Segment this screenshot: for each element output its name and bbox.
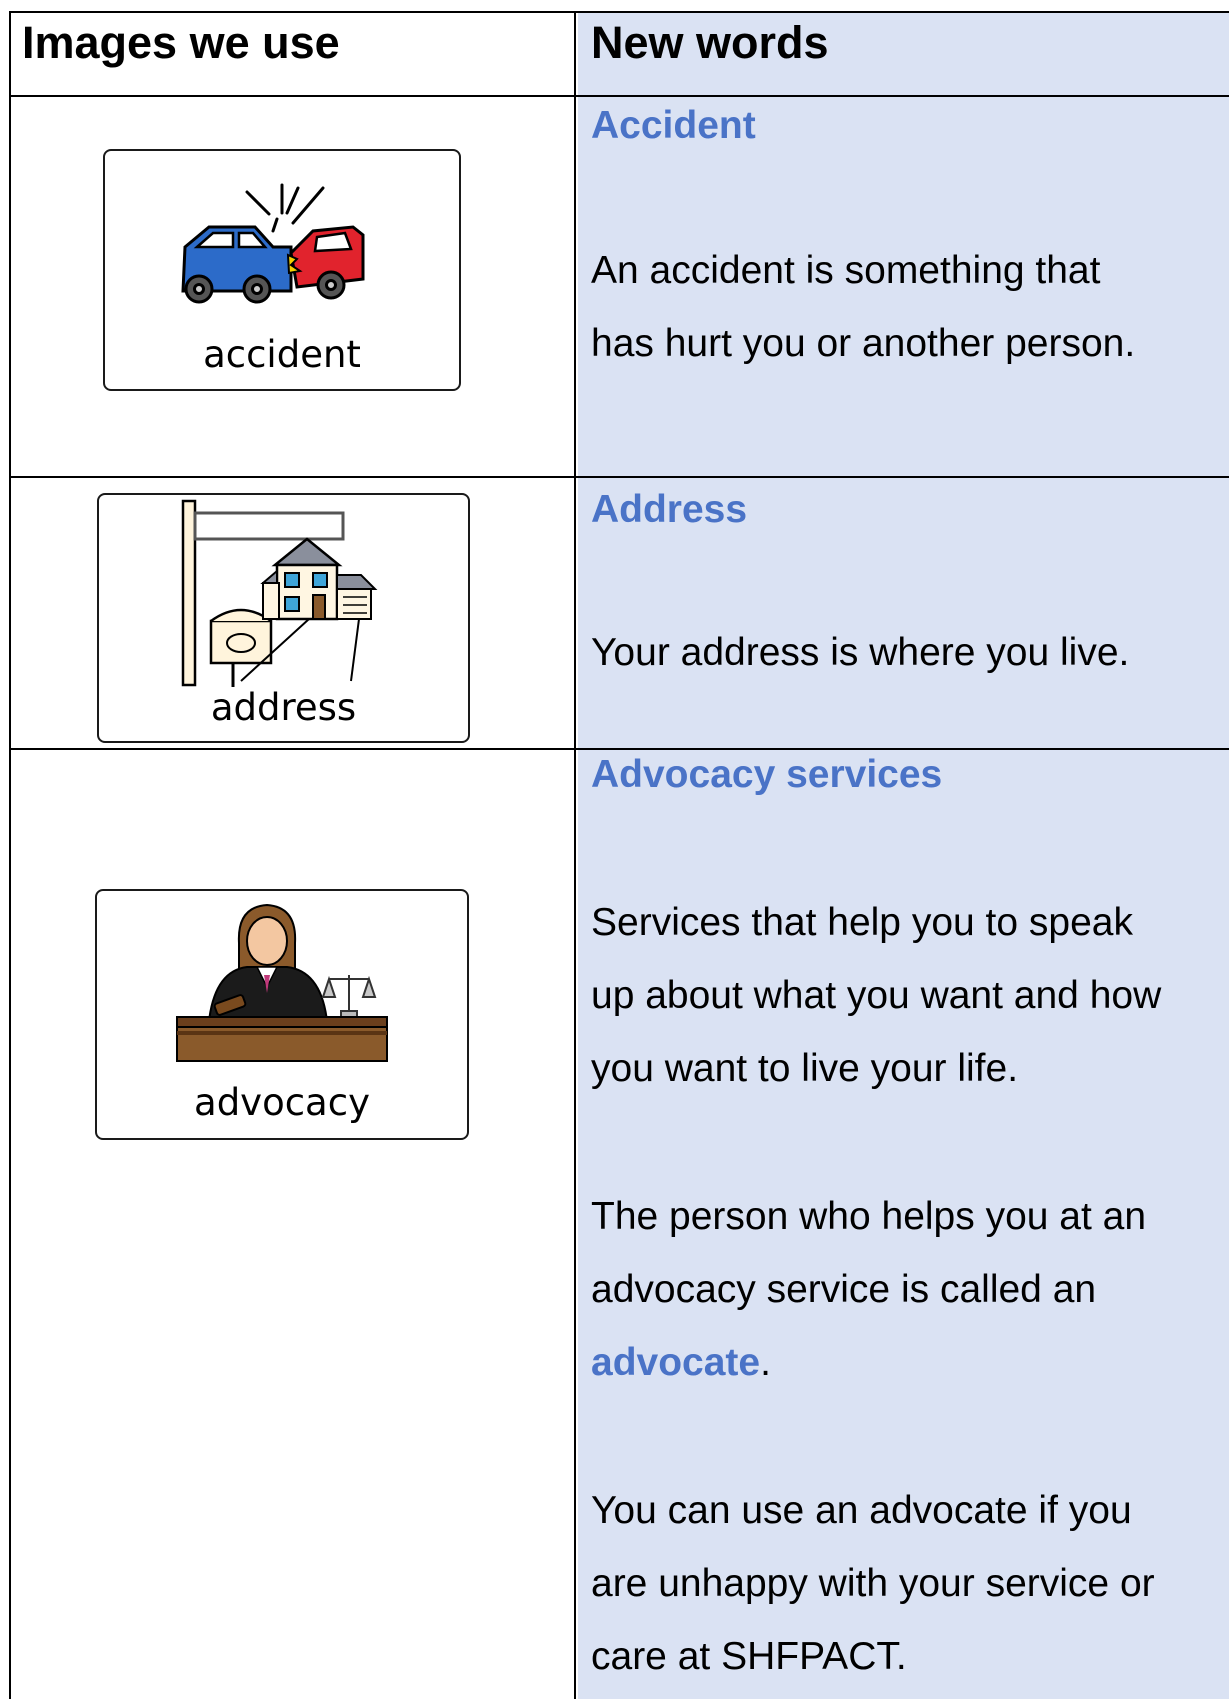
definition-line: care at SHFPACT.: [591, 1635, 907, 1678]
table-border-left: [9, 11, 11, 1699]
address-symbol-card: address: [97, 493, 470, 743]
definition-line: advocate.: [591, 1326, 1146, 1399]
column-divider: [574, 11, 576, 1699]
images-column-header: Images we use: [22, 17, 340, 68]
accident-image-label: accident: [203, 333, 361, 376]
definition-advocacy: Services that help you to speak up about…: [591, 886, 1161, 1105]
definition-line: has hurt you or another person.: [591, 322, 1136, 365]
definition-address: Your address is where you live.: [591, 616, 1129, 689]
definition-accident: An accident is something that has hurt y…: [591, 234, 1135, 380]
row-divider-2: [9, 748, 1229, 750]
definition-line: are unhappy with your service or: [591, 1562, 1155, 1605]
row-divider-1: [9, 476, 1229, 478]
definition-line: Your address is where you live.: [591, 631, 1130, 674]
advocacy-symbol-card: advocacy: [95, 889, 469, 1140]
advocacy-image-label: advocacy: [194, 1081, 370, 1124]
definition-line: you want to live your life.: [591, 1047, 1019, 1090]
advocate-term: advocate: [591, 1341, 761, 1384]
table-border-top: [9, 11, 1229, 13]
glossary-page: Images we use New words accident Acciden…: [0, 0, 1229, 1699]
header-divider: [9, 95, 1229, 97]
words-column-header: New words: [591, 17, 829, 68]
definition-line: up about what you want and how: [591, 974, 1162, 1017]
definition-line: The person who helps you at an: [591, 1195, 1147, 1238]
advocate-period: .: [760, 1341, 771, 1384]
definition-line: Services that help you to speak: [591, 901, 1133, 944]
term-advocacy-services: Advocacy services: [591, 753, 943, 796]
definition-line: advocacy service is called an: [591, 1268, 1097, 1311]
term-address: Address: [591, 488, 748, 531]
definition-line: An accident is something that: [591, 249, 1101, 292]
definition-advocate-use: You can use an advocate if you are unhap…: [591, 1474, 1155, 1693]
accident-symbol-card: accident: [103, 149, 461, 391]
address-image-label: address: [210, 686, 357, 729]
definition-line: You can use an advocate if you: [591, 1489, 1132, 1532]
definition-advocate: The person who helps you at an advocacy …: [591, 1180, 1146, 1399]
term-accident: Accident: [591, 104, 756, 147]
